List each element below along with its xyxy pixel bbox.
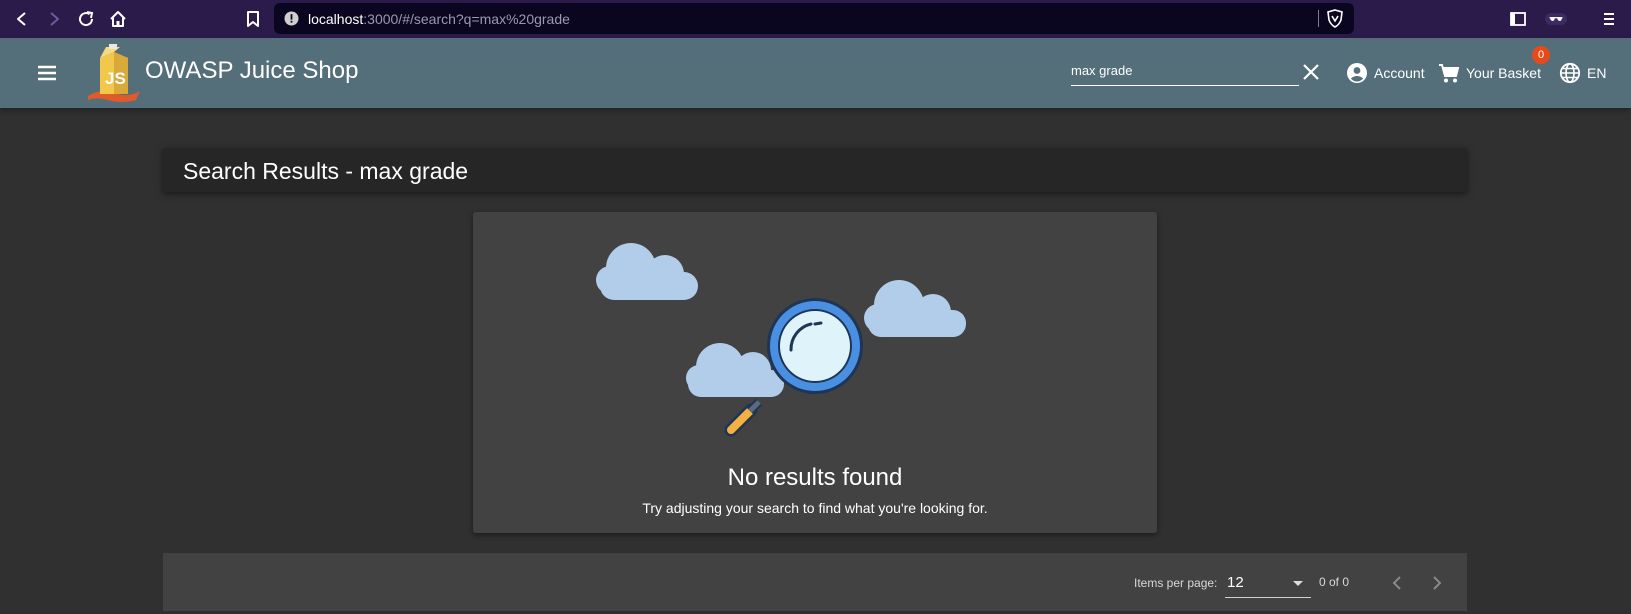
address-bar[interactable]: localhost:3000/#/search?q=max%20grade — [274, 3, 1354, 34]
language-button[interactable]: EN — [1559, 59, 1606, 87]
account-label: Account — [1374, 65, 1425, 81]
url-text: localhost:3000/#/search?q=max%20grade — [308, 11, 570, 27]
empty-state-title: No results found — [727, 464, 903, 491]
back-icon[interactable] — [11, 8, 33, 30]
app-title[interactable]: OWASP Juice Shop — [145, 57, 358, 85]
globe-icon — [1559, 62, 1581, 84]
logo-js-glyph: JS — [105, 69, 126, 88]
items-per-page-label: Items per page: — [1134, 576, 1218, 590]
browser-menu-icon[interactable] — [1598, 8, 1620, 30]
empty-state-card: No results found Try adjusting your sear… — [473, 212, 1157, 533]
close-icon[interactable] — [1300, 61, 1322, 83]
app-toolbar: JS OWASP Juice Shop Account Your Basket … — [0, 38, 1631, 108]
paginator: Items per page: 12 0 of 0 — [163, 553, 1467, 611]
reload-icon[interactable] — [75, 8, 97, 30]
cloud-icon — [864, 280, 966, 337]
shopping-cart-icon — [1439, 64, 1460, 83]
dropdown-arrow-icon — [1293, 581, 1303, 586]
page-range-label: 0 of 0 — [1319, 575, 1350, 589]
items-per-page-value: 12 — [1227, 574, 1244, 591]
account-button[interactable]: Account — [1346, 59, 1425, 87]
sidebar-toggle-icon[interactable] — [1507, 8, 1529, 30]
browser-toolbar: localhost:3000/#/search?q=max%20grade — [0, 0, 1631, 38]
next-page-icon[interactable] — [1425, 571, 1449, 595]
site-info-icon[interactable] — [284, 11, 299, 26]
url-path: :3000/#/search?q=max%20grade — [363, 11, 570, 27]
no-results-illustration — [596, 243, 966, 437]
search-input[interactable] — [1071, 61, 1286, 79]
basket-button[interactable]: Your Basket — [1438, 59, 1541, 87]
items-per-page-select[interactable]: 12 — [1225, 569, 1311, 598]
page-title: Search Results - max grade — [183, 158, 469, 184]
bookmark-icon[interactable] — [242, 8, 264, 30]
hamburger-menu-icon[interactable] — [34, 61, 60, 85]
private-glasses-icon[interactable] — [1545, 8, 1579, 30]
cloud-icon — [596, 243, 698, 300]
previous-page-icon[interactable] — [1385, 571, 1409, 595]
url-host: localhost — [308, 11, 364, 27]
search-field[interactable] — [1071, 53, 1299, 86]
juice-shop-logo[interactable]: JS — [86, 44, 142, 102]
basket-count-badge: 0 — [1532, 46, 1550, 64]
empty-state-subtitle: Try adjusting your search to find what y… — [642, 500, 988, 516]
results-header: Search Results - max grade — [163, 148, 1467, 192]
url-divider — [1318, 10, 1319, 27]
home-icon[interactable] — [107, 8, 129, 30]
brave-shield-icon[interactable] — [1326, 9, 1344, 28]
forward-icon[interactable] — [43, 8, 65, 30]
basket-label: Your Basket — [1466, 65, 1541, 81]
language-label: EN — [1587, 65, 1607, 81]
account-circle-icon — [1347, 63, 1367, 83]
